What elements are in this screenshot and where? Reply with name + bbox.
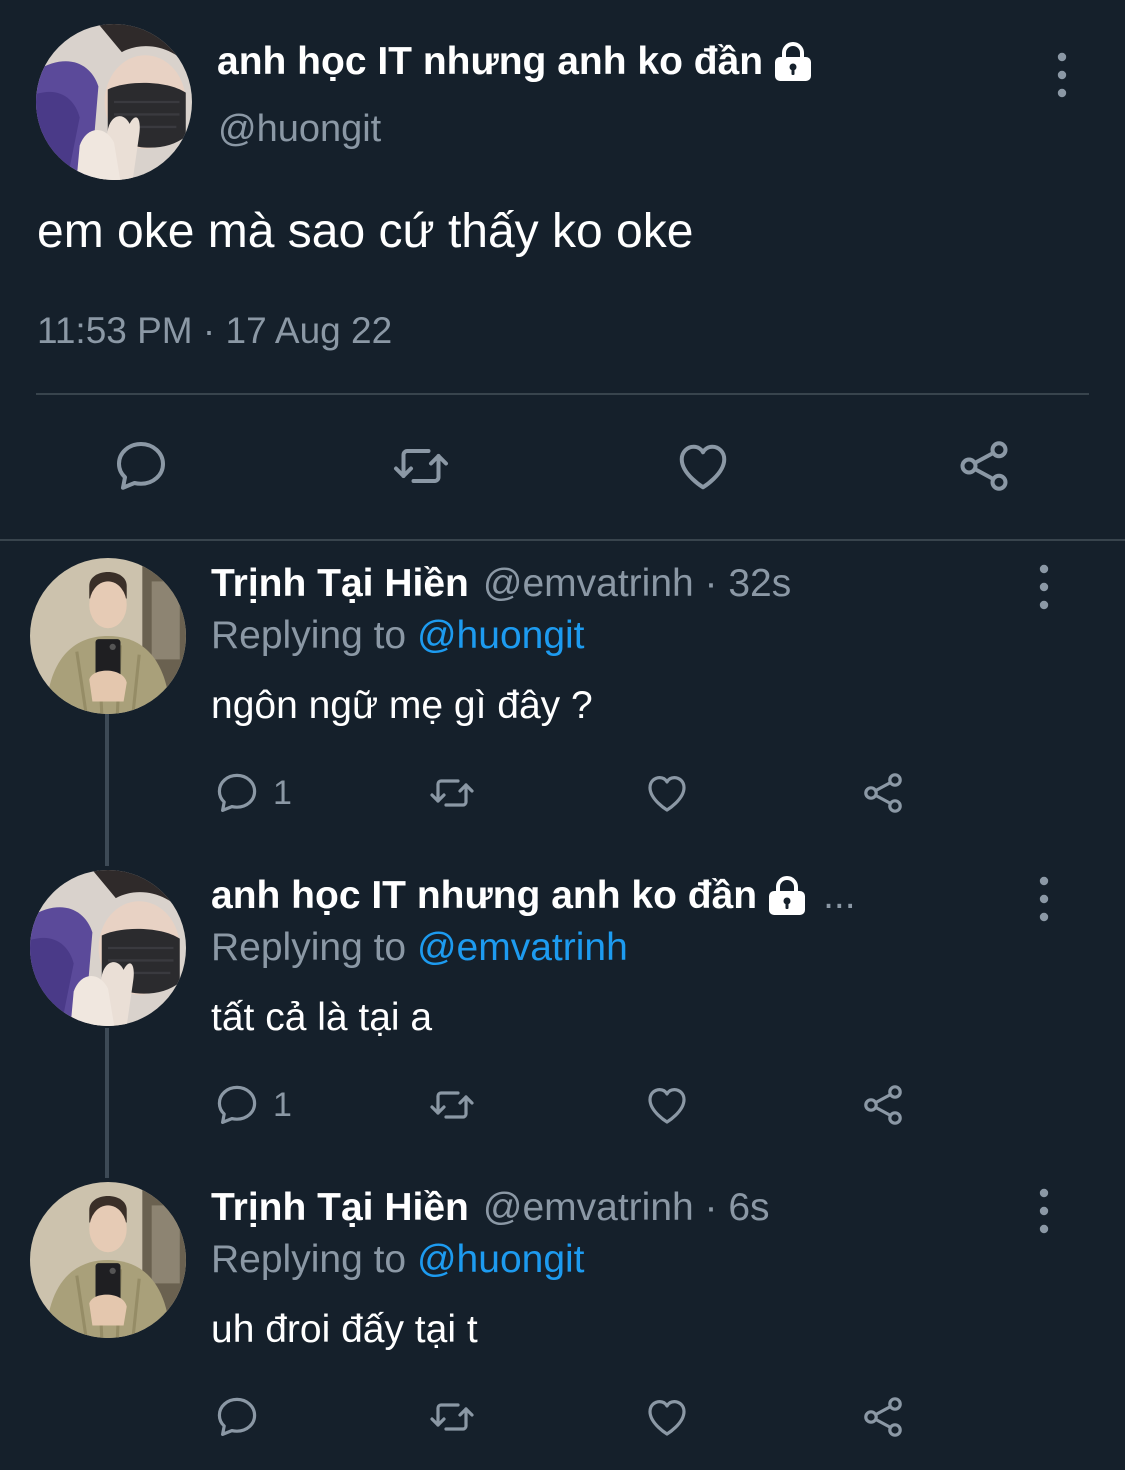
reply-text: uh đroi đấy tại t — [211, 1308, 478, 1351]
reply-icon[interactable] — [213, 769, 261, 817]
like-button[interactable] — [643, 1392, 691, 1442]
like-icon[interactable] — [673, 436, 733, 496]
replying-prefix: Replying to — [211, 614, 407, 657]
reply-button[interactable] — [213, 1392, 261, 1442]
reply-avatar[interactable] — [30, 1182, 186, 1338]
author-name[interactable]: anh học IT nhưng anh ko đần — [217, 40, 763, 84]
reply-meta: @emvatrinh · 32s — [482, 562, 792, 605]
reply-button[interactable]: 1 — [213, 768, 292, 818]
reply-tweet[interactable]: Trịnh Tại Hiền @emvatrinh · 32s Replying… — [0, 558, 1125, 858]
replying-mention[interactable]: @huongit — [417, 614, 585, 657]
replying-mention[interactable]: @emvatrinh — [417, 926, 628, 969]
replying-prefix: Replying to — [211, 926, 407, 969]
divider — [36, 393, 1089, 395]
reply-button[interactable]: 1 — [213, 1080, 292, 1130]
share-button[interactable] — [859, 1392, 907, 1442]
retweet-icon[interactable] — [428, 769, 476, 817]
retweet-icon[interactable] — [391, 436, 451, 496]
lock-icon — [771, 42, 815, 82]
reply-header: Trịnh Tại Hiền @emvatrinh · 32s — [211, 562, 791, 606]
reply-icon[interactable] — [213, 1393, 261, 1441]
more-options-icon[interactable] — [1034, 1188, 1054, 1234]
reply-avatar[interactable] — [30, 558, 186, 714]
retweet-icon[interactable] — [428, 1393, 476, 1441]
reply-count: 1 — [273, 773, 292, 812]
reply-avatar[interactable] — [30, 870, 186, 1026]
section-divider — [0, 539, 1125, 541]
replying-mention[interactable]: @huongit — [417, 1238, 585, 1281]
more-options-icon[interactable] — [1034, 876, 1054, 922]
share-icon[interactable] — [859, 1081, 907, 1129]
author-avatar[interactable] — [36, 24, 192, 180]
more-options-icon[interactable] — [1034, 564, 1054, 610]
like-icon[interactable] — [643, 1393, 691, 1441]
reply-icon[interactable] — [111, 436, 171, 496]
replying-to: Replying to @huongit — [211, 1238, 585, 1282]
retweet-button[interactable] — [428, 1392, 476, 1442]
tweet-timestamp[interactable]: 11:53 PM · 17 Aug 22 — [37, 310, 392, 352]
reply-header: Trịnh Tại Hiền @emvatrinh · 6s — [211, 1186, 770, 1230]
author-handle[interactable]: @huongit — [218, 108, 381, 151]
reply-text: tất cả là tại a — [211, 996, 433, 1039]
share-icon[interactable] — [859, 769, 907, 817]
like-button[interactable] — [643, 1080, 691, 1130]
share-button[interactable] — [859, 768, 907, 818]
retweet-button[interactable] — [428, 1080, 476, 1130]
reply-author-name[interactable]: Trịnh Tại Hiền — [211, 562, 469, 606]
reply-tweet[interactable]: Trịnh Tại Hiền @emvatrinh · 6s Replying … — [0, 1182, 1125, 1470]
share-button[interactable] — [859, 1080, 907, 1130]
replying-to: Replying to @emvatrinh — [211, 926, 628, 970]
reply-text: ngôn ngữ mẹ gì đây ? — [211, 684, 593, 727]
like-button[interactable] — [643, 768, 691, 818]
like-icon[interactable] — [643, 1081, 691, 1129]
reply-meta: @emvatrinh · 6s — [482, 1186, 770, 1229]
more-options-icon[interactable] — [1052, 52, 1072, 98]
retweet-button[interactable] — [428, 768, 476, 818]
reply-author-name[interactable]: Trịnh Tại Hiền — [211, 1186, 469, 1230]
retweet-icon[interactable] — [428, 1081, 476, 1129]
lock-icon — [765, 876, 809, 916]
reply-count: 1 — [273, 1085, 292, 1124]
reply-icon[interactable] — [213, 1081, 261, 1129]
name-truncation: ... — [823, 874, 856, 917]
author-name-row[interactable]: anh học IT nhưng anh ko đần — [217, 40, 815, 84]
reply-header: anh học IT nhưng anh ko đần ... — [211, 874, 856, 918]
replying-prefix: Replying to — [211, 1238, 407, 1281]
main-tweet: anh học IT nhưng anh ko đần @huongit em … — [0, 0, 1125, 540]
tweet-text: em oke mà sao cứ thấy ko oke — [37, 205, 694, 258]
share-icon[interactable] — [859, 1393, 907, 1441]
share-icon[interactable] — [954, 436, 1014, 496]
reply-tweet[interactable]: anh học IT nhưng anh ko đần ... Replying… — [0, 870, 1125, 1170]
replying-to: Replying to @huongit — [211, 614, 585, 658]
reply-author-name[interactable]: anh học IT nhưng anh ko đần — [211, 874, 757, 918]
like-icon[interactable] — [643, 769, 691, 817]
